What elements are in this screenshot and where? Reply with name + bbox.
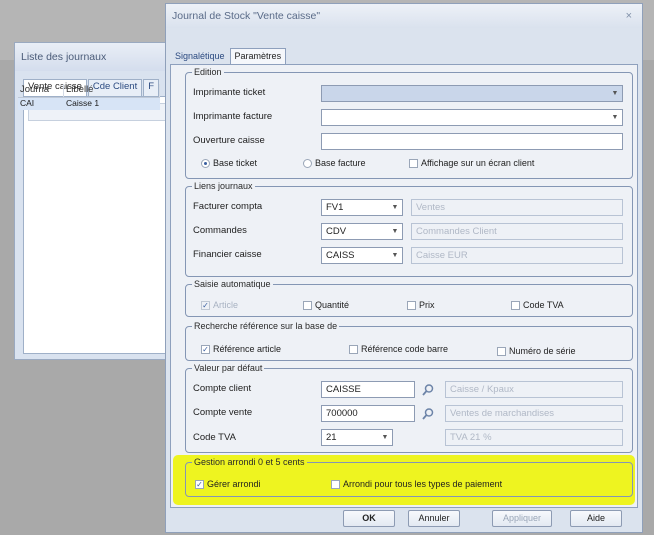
facturer-compta-label: Facturer compta — [193, 201, 263, 212]
checkbox-box[interactable] — [303, 300, 312, 310]
radio-base-ticket[interactable]: Base ticket — [201, 158, 257, 168]
arrondi-group: Gestion arrondi 0 et 5 cents — [185, 457, 633, 497]
journal-grid: Journa Libellé CAI Caisse 1 — [18, 84, 160, 110]
facturer-compta-desc: Ventes — [411, 199, 623, 216]
checkbox-quantite[interactable]: Quantité — [303, 300, 349, 310]
arrondi-legend: Gestion arrondi 0 et 5 cents — [194, 457, 305, 467]
chevron-down-icon[interactable]: ▼ — [378, 430, 392, 445]
radio-dot[interactable] — [201, 158, 210, 168]
compte-client-desc: Caisse / Kpaux — [445, 381, 623, 398]
checkbox-box[interactable] — [497, 346, 506, 356]
printer-ticket-label: Imprimante ticket — [193, 87, 266, 98]
commandes-desc: Commandes Client — [411, 223, 623, 240]
search-icon[interactable] — [421, 407, 435, 421]
checkbox-numero-serie[interactable]: Numéro de série — [497, 346, 576, 356]
compte-vente-field[interactable]: 700000 — [321, 405, 415, 422]
saisie-auto-group: Saisie automatique — [185, 279, 633, 317]
dialog-tabs: Signalétique Paramètres — [170, 48, 287, 65]
recherche-legend: Recherche référence sur la base de — [194, 321, 338, 331]
checkbox-box[interactable]: ✓ — [195, 479, 204, 489]
chevron-down-icon[interactable]: ▼ — [388, 224, 402, 239]
ok-button[interactable]: OK — [343, 510, 395, 527]
parametres-panel: Edition Imprimante ticket ▼ Imprimante f… — [170, 64, 638, 508]
opening-label: Ouverture caisse — [193, 135, 265, 146]
apply-button[interactable]: Appliquer — [492, 510, 552, 527]
chevron-down-icon[interactable]: ▼ — [388, 200, 402, 215]
help-button[interactable]: Aide — [570, 510, 622, 527]
edition-legend: Edition — [194, 67, 222, 77]
commandes-label: Commandes — [193, 225, 247, 236]
printer-ticket-select[interactable]: ▼ — [321, 85, 623, 102]
chevron-down-icon[interactable]: ▼ — [388, 248, 402, 263]
checkbox-box[interactable] — [409, 158, 418, 168]
cancel-button[interactable]: Annuler — [408, 510, 460, 527]
table-row[interactable]: CAI Caisse 1 — [18, 98, 160, 110]
chevron-down-icon[interactable]: ▼ — [608, 86, 622, 101]
code-tva-select[interactable]: 21 ▼ — [321, 429, 393, 446]
dialog-title-text: Journal de Stock "Vente caisse" — [172, 10, 321, 22]
compte-client-field[interactable]: CAISSE — [321, 381, 415, 398]
checkbox-code-tva[interactable]: Code TVA — [511, 300, 564, 310]
column-header-libelle[interactable]: Libellé — [64, 84, 160, 97]
close-icon[interactable]: × — [626, 4, 632, 28]
dialog-title: Journal de Stock "Vente caisse" × — [166, 4, 642, 28]
tab-signaletique[interactable]: Signalétique — [170, 48, 230, 65]
cell-libelle: Caisse 1 — [66, 98, 100, 108]
financier-caisse-label: Financier caisse — [193, 249, 262, 260]
opening-field[interactable] — [321, 133, 623, 150]
code-tva-desc: TVA 21 % — [445, 429, 623, 446]
journal-stock-dialog: Journal de Stock "Vente caisse" × Signal… — [165, 3, 643, 533]
journal-list-panel — [23, 96, 175, 354]
journal-list-title: Liste des journaux — [15, 43, 173, 71]
financier-caisse-select[interactable]: CAISS ▼ — [321, 247, 403, 264]
checkbox-box[interactable] — [331, 479, 340, 489]
column-header-journal[interactable]: Journa — [18, 84, 64, 97]
radio-base-facture[interactable]: Base facture — [303, 158, 366, 168]
compte-vente-label: Compte vente — [193, 407, 253, 418]
printer-invoice-label: Imprimante facture — [193, 111, 273, 122]
tab-parametres[interactable]: Paramètres — [229, 48, 287, 65]
checkbox-ref-article[interactable]: ✓ Référence article — [201, 344, 281, 354]
financier-caisse-desc: Caisse EUR — [411, 247, 623, 264]
checkbox-box[interactable] — [349, 344, 358, 354]
liens-legend: Liens journaux — [194, 181, 253, 191]
compte-client-label: Compte client — [193, 383, 252, 394]
chevron-down-icon[interactable]: ▼ — [608, 110, 622, 125]
code-tva-label: Code TVA — [193, 432, 236, 443]
checkbox-gerer-arrondi[interactable]: ✓ Gérer arrondi — [195, 479, 261, 489]
defaut-legend: Valeur par défaut — [194, 363, 263, 373]
checkbox-box[interactable] — [511, 300, 520, 310]
printer-invoice-select[interactable]: ▼ — [321, 109, 623, 126]
checkbox-prix[interactable]: Prix — [407, 300, 435, 310]
radio-dot[interactable] — [303, 158, 312, 168]
checkbox-article[interactable]: ✓ Article — [201, 300, 238, 310]
checkbox-ref-code-barre[interactable]: Référence code barre — [349, 344, 448, 354]
facturer-compta-select[interactable]: FV1 ▼ — [321, 199, 403, 216]
checkbox-client-screen[interactable]: Affichage sur un écran client — [409, 158, 534, 168]
journal-grid-header: Journa Libellé — [18, 84, 160, 98]
commandes-select[interactable]: CDV ▼ — [321, 223, 403, 240]
checkbox-box[interactable]: ✓ — [201, 344, 210, 354]
cell-journal: CAI — [20, 98, 35, 108]
checkbox-arrondi-all[interactable]: Arrondi pour tous les types de paiement — [331, 479, 502, 489]
checkbox-box[interactable]: ✓ — [201, 300, 210, 310]
compte-vente-desc: Ventes de marchandises — [445, 405, 623, 422]
search-icon[interactable] — [421, 383, 435, 397]
checkbox-box[interactable] — [407, 300, 416, 310]
saisie-legend: Saisie automatique — [194, 279, 271, 289]
